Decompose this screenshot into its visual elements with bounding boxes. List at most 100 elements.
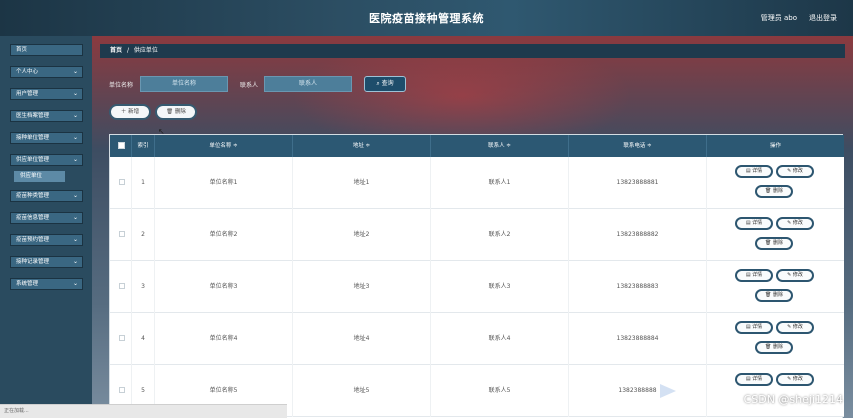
delete-label: 删除: [772, 188, 783, 194]
select-all-checkbox[interactable]: [118, 142, 125, 149]
sidebar-item-label: 医生档案管理: [16, 113, 50, 119]
delete-button[interactable]: 🗑 删除: [755, 185, 793, 198]
select-all-cell: [110, 135, 132, 157]
chevron-down-icon: ⌄: [72, 90, 78, 97]
cell-index: 4: [132, 313, 155, 365]
search-button[interactable]: ⌕ 查询: [364, 76, 406, 92]
cell-phone: 1382388888: [569, 365, 707, 417]
detail-icon: ▤: [745, 220, 751, 226]
unit-name-input[interactable]: 单位名称: [140, 76, 228, 92]
row-checkbox[interactable]: [119, 231, 125, 237]
row-checkbox[interactable]: [119, 283, 125, 289]
edit-label: 修改: [792, 272, 803, 278]
add-button[interactable]: ＋ 新增: [109, 104, 151, 120]
delete-button[interactable]: 🗑 删除: [755, 237, 793, 250]
cell-unit-name: 单位名称3: [155, 261, 293, 313]
sidebar-item-label: 疫苗预约管理: [16, 237, 50, 243]
cell-unit-name: 单位名称1: [155, 157, 293, 209]
sidebar-item-vaccine-types[interactable]: 疫苗种类管理 ⌄: [10, 190, 83, 202]
breadcrumb-separator: /: [126, 47, 129, 54]
edit-label: 修改: [792, 168, 803, 174]
detail-label: 详情: [752, 220, 763, 226]
sidebar-item-label: 供应单位管理: [16, 157, 50, 163]
breadcrumb-current: 供应单位: [133, 47, 158, 54]
edit-label: 修改: [792, 220, 803, 226]
detail-label: 详情: [752, 376, 763, 382]
sidebar-item-label: 疫苗信息管理: [16, 215, 50, 221]
column-header-contact[interactable]: 联系人 ≑: [431, 135, 569, 157]
delete-label: 删除: [772, 240, 783, 246]
delete-button[interactable]: 🗑 删除: [755, 289, 793, 302]
edit-icon: ✎: [787, 324, 792, 330]
edit-button[interactable]: ✎ 修改: [776, 269, 814, 282]
chevron-down-icon: ⌄: [72, 156, 78, 163]
detail-icon: ▤: [745, 324, 751, 330]
edit-button[interactable]: ✎ 修改: [776, 373, 814, 386]
sidebar-item-appointments[interactable]: 疫苗预约管理 ⌄: [10, 234, 83, 246]
add-button-label: 新增: [128, 109, 140, 115]
sidebar-item-home[interactable]: 首页: [10, 44, 83, 56]
cell-unit-name: 单位名称4: [155, 313, 293, 365]
sidebar-item-label: 接种单位管理: [16, 135, 50, 141]
sidebar-subitem-supply-unit[interactable]: 供应单位: [14, 171, 65, 182]
contact-input[interactable]: 联系人: [264, 76, 352, 92]
plus-icon: ＋: [120, 109, 127, 115]
sidebar-item-label: 用户管理: [16, 91, 39, 97]
sidebar-item-doctors[interactable]: 医生档案管理 ⌄: [10, 110, 83, 122]
mouse-cursor-icon: ↖: [158, 127, 165, 136]
detail-button[interactable]: ▤ 详情: [735, 321, 773, 334]
row-checkbox[interactable]: [119, 179, 125, 185]
breadcrumb: 首页 / 供应单位: [100, 44, 845, 58]
sidebar-item-users[interactable]: 用户管理 ⌄: [10, 88, 83, 100]
breadcrumb-home[interactable]: 首页: [110, 47, 122, 54]
cell-contact: 联系人4: [431, 313, 569, 365]
logout-link[interactable]: 退出登录: [809, 13, 837, 23]
column-header-unit-name[interactable]: 单位名称 ≑: [155, 135, 293, 157]
supply-unit-table: 索引 单位名称 ≑ 地址 ≑ 联系人 ≑ 联系电话 ≑ 操作 1 单位名称1 地…: [109, 134, 844, 418]
main-content: 首页 / 供应单位 单位名称 单位名称 联系人 联系人 ⌕ 查询 ＋ 新增 🗑 …: [92, 36, 853, 418]
edit-button[interactable]: ✎ 修改: [776, 165, 814, 178]
watermark: CSDN @sheji1214: [743, 393, 843, 406]
detail-button[interactable]: ▤ 详情: [735, 269, 773, 282]
delete-button[interactable]: 🗑 删除: [755, 341, 793, 354]
sidebar-item-vaccination-units[interactable]: 接种单位管理 ⌄: [10, 132, 83, 144]
cell-contact: 联系人1: [431, 157, 569, 209]
column-header-address[interactable]: 地址 ≑: [293, 135, 431, 157]
sidebar-item-supply-units[interactable]: 供应单位管理 ⌄: [10, 154, 83, 166]
sidebar-item-personal-center[interactable]: 个人中心 ⌄: [10, 66, 83, 78]
cell-phone: 13823888882: [569, 209, 707, 261]
edit-button[interactable]: ✎ 修改: [776, 321, 814, 334]
admin-user-label: 管理员 abo: [760, 14, 797, 22]
status-bar: 正在加载...: [0, 404, 287, 418]
cell-index: 1: [132, 157, 155, 209]
edit-icon: ✎: [787, 376, 792, 382]
chevron-down-icon: ⌄: [72, 112, 78, 119]
sidebar-item-vaccine-info[interactable]: 疫苗信息管理 ⌄: [10, 212, 83, 224]
edit-button[interactable]: ✎ 修改: [776, 217, 814, 230]
trash-icon: 🗑: [765, 240, 772, 246]
row-checkbox[interactable]: [119, 335, 125, 341]
chevron-down-icon: ⌄: [72, 280, 78, 287]
table-row: 1 单位名称1 地址1 联系人1 13823888881 ▤ 详情 ✎ 修改 🗑…: [110, 157, 844, 209]
chevron-down-icon: ⌄: [72, 68, 78, 75]
cell-address: 地址4: [293, 313, 431, 365]
cell-phone: 13823888883: [569, 261, 707, 313]
detail-button[interactable]: ▤ 详情: [735, 373, 773, 386]
sidebar-item-system[interactable]: 系统管理 ⌄: [10, 278, 83, 290]
edit-icon: ✎: [787, 272, 792, 278]
detail-button[interactable]: ▤ 详情: [735, 217, 773, 230]
column-header-operations: 操作: [769, 143, 781, 149]
detail-icon: ▤: [745, 168, 751, 174]
app-title: 医院疫苗接种管理系统: [369, 12, 484, 25]
sidebar-item-records[interactable]: 接种记录管理 ⌄: [10, 256, 83, 268]
chevron-down-icon: ⌄: [72, 236, 78, 243]
detail-button[interactable]: ▤ 详情: [735, 165, 773, 178]
edit-icon: ✎: [787, 168, 792, 174]
detail-icon: ▤: [745, 376, 751, 382]
row-checkbox[interactable]: [119, 387, 125, 393]
table-header: 索引 单位名称 ≑ 地址 ≑ 联系人 ≑ 联系电话 ≑ 操作: [110, 135, 844, 157]
column-header-phone[interactable]: 联系电话 ≑: [569, 135, 707, 157]
detail-icon: ▤: [745, 272, 751, 278]
batch-delete-button[interactable]: 🗑 删除: [155, 104, 197, 120]
trash-icon: 🗑: [166, 109, 174, 115]
